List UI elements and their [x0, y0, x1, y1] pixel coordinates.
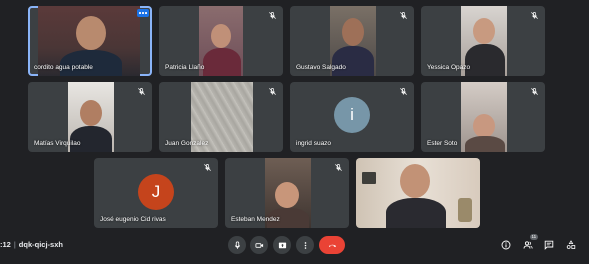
participant-count-badge: 11 — [530, 234, 538, 240]
participant-tile-5[interactable]: Matías Virquilao — [28, 82, 152, 152]
meeting-code: dqk-qicj-sxh — [18, 240, 63, 249]
participant-name: Matías Virquilao — [34, 140, 81, 147]
participant-tile-10[interactable]: Esteban Mendez — [225, 158, 349, 228]
participant-tile-1[interactable]: cordito agua potable — [28, 6, 152, 76]
info-icon — [501, 240, 511, 250]
mic-muted-icon — [138, 87, 145, 95]
avatar: i — [334, 97, 370, 133]
people-button[interactable] — [522, 239, 534, 251]
present-screen-icon — [278, 242, 286, 248]
participant-tile-4[interactable]: Yessica Opazo — [421, 6, 545, 76]
end-call-button[interactable] — [319, 236, 345, 254]
participant-video — [199, 6, 243, 76]
activities-button[interactable] — [565, 239, 577, 251]
participant-name: ingrid suazo — [296, 140, 332, 147]
chat-button[interactable] — [543, 239, 555, 251]
mic-muted-icon — [269, 87, 276, 95]
mic-muted-icon — [531, 11, 538, 19]
participant-name: Esteban Mendez — [231, 216, 280, 223]
participant-tile-2[interactable]: Patricia Llaño — [159, 6, 283, 76]
mic-button[interactable] — [228, 236, 246, 254]
background-object — [458, 198, 472, 222]
participant-tile-self[interactable] — [356, 158, 480, 228]
avatar: J — [138, 174, 174, 210]
participant-tile-9[interactable]: J José eugenio Cid rivas — [94, 158, 218, 228]
people-icon — [523, 241, 533, 249]
camera-icon — [254, 242, 263, 248]
meeting-details-button[interactable] — [500, 239, 512, 251]
more-options-icon[interactable] — [137, 9, 149, 17]
participant-tile-6[interactable]: Juan Gonzalez — [159, 82, 283, 152]
participant-name: Gustavo Salgado — [296, 64, 346, 71]
more-options-button[interactable] — [296, 236, 314, 254]
mic-muted-icon — [400, 11, 407, 19]
participant-name: Juan Gonzalez — [165, 140, 209, 147]
activities-icon — [566, 240, 576, 249]
mic-muted-icon — [269, 11, 276, 19]
mic-muted-icon — [531, 87, 538, 95]
mic-muted-icon — [335, 163, 342, 171]
participant-name: Ester Soto — [427, 140, 458, 147]
mic-icon — [234, 240, 240, 249]
participant-name: José eugenio Cid rivas — [100, 216, 166, 223]
participant-video — [356, 158, 480, 228]
participant-tile-7[interactable]: i ingrid suazo — [290, 82, 414, 152]
participant-tile-8[interactable]: Ester Soto — [421, 82, 545, 152]
participant-tile-3[interactable]: Gustavo Salgado — [290, 6, 414, 76]
camera-button[interactable] — [250, 236, 268, 254]
separator: | — [13, 240, 16, 249]
participant-video — [461, 82, 507, 152]
call-end-icon — [328, 244, 336, 247]
participant-name: cordito agua potable — [34, 64, 93, 71]
meeting-time: :12 — [0, 240, 11, 249]
participant-name: Yessica Opazo — [427, 64, 471, 71]
mic-muted-icon — [400, 87, 407, 95]
more-vert-icon — [304, 241, 306, 249]
present-button[interactable] — [273, 236, 291, 254]
participant-name: Patricia Llaño — [165, 64, 205, 71]
chat-icon — [544, 240, 554, 250]
mic-muted-icon — [204, 163, 211, 171]
meeting-info: :12 | dqk-qicj-sxh — [0, 240, 63, 249]
picture-frame — [362, 172, 376, 184]
